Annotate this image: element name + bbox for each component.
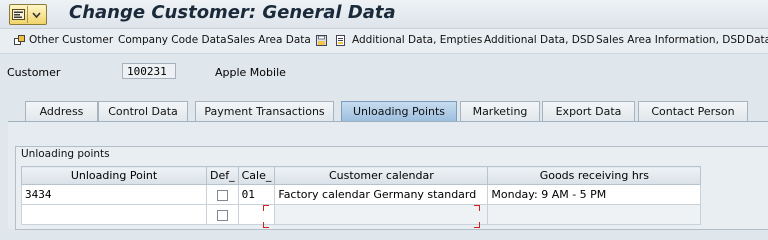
customer-calendar-cell: Factory calendar Germany standard bbox=[274, 184, 489, 205]
save-data-icon[interactable] bbox=[316, 35, 327, 46]
customer-name: Apple Mobile bbox=[215, 66, 286, 79]
title-bar: Change Customer: General Data bbox=[0, 0, 768, 29]
tab-contact-person[interactable]: Contact Person bbox=[638, 101, 748, 121]
other-customer-button[interactable]: Other Customer bbox=[29, 34, 113, 46]
additional-data-dsd-button[interactable]: Additional Data, DSD bbox=[484, 34, 595, 46]
sales-area-info-dsd-button[interactable]: Sales Area Information, DSD bbox=[596, 34, 745, 46]
tab-control-data[interactable]: Control Data bbox=[98, 101, 188, 121]
default-cell bbox=[206, 184, 239, 205]
default-checkbox[interactable] bbox=[216, 209, 228, 221]
tab-payment-transactions[interactable]: Payment Transactions bbox=[195, 101, 334, 121]
table-row bbox=[21, 204, 702, 225]
customer-calendar-cell bbox=[274, 204, 489, 225]
focus-marker bbox=[474, 222, 480, 228]
goods-receiving-hrs-cell[interactable] bbox=[487, 204, 702, 225]
system-menu[interactable] bbox=[9, 4, 47, 25]
group-title: Unloading points bbox=[21, 148, 110, 160]
focus-marker bbox=[263, 222, 269, 228]
goods-receiving-hrs-cell[interactable]: Monday: 9 AM - 5 PM bbox=[487, 184, 702, 205]
default-cell bbox=[206, 204, 239, 225]
other-object-icon bbox=[14, 35, 25, 45]
unloading-points-table: Unloading Point Def_ Cale_ Customer cale… bbox=[21, 166, 702, 225]
unloading-point-cell[interactable] bbox=[21, 204, 207, 225]
table-header-row: Unloading Point Def_ Cale_ Customer cale… bbox=[21, 166, 702, 185]
column-header-unloading-point[interactable]: Unloading Point bbox=[21, 166, 207, 185]
chevron-down-icon[interactable] bbox=[27, 6, 45, 23]
column-header-calendar[interactable]: Cale_ bbox=[237, 166, 276, 185]
focus-marker bbox=[263, 205, 269, 211]
column-header-goods-receiving-hrs[interactable]: Goods receiving hrs bbox=[487, 166, 702, 185]
unloading-point-cell[interactable]: 3434 bbox=[21, 184, 207, 205]
additional-data-empties-button[interactable]: Additional Data, Empties bbox=[352, 34, 482, 46]
page-title: Change Customer: General Data bbox=[69, 2, 396, 23]
toolbar-overflow-item[interactable]: Data bbox=[746, 34, 768, 46]
calendar-id-cell[interactable] bbox=[237, 204, 276, 225]
customer-label: Customer bbox=[7, 66, 61, 79]
customer-number-field[interactable]: 100231 bbox=[122, 63, 176, 79]
tab-address[interactable]: Address bbox=[25, 101, 98, 121]
calendar-id-cell[interactable]: 01 bbox=[237, 184, 276, 205]
focus-marker bbox=[474, 205, 480, 211]
column-header-customer-calendar[interactable]: Customer calendar bbox=[274, 166, 489, 185]
sales-area-data-button[interactable]: Sales Area Data bbox=[227, 34, 311, 46]
application-toolbar: Other Customer Company Code Data Sales A… bbox=[0, 29, 768, 54]
tab-unloading-points[interactable]: Unloading Points bbox=[341, 101, 457, 121]
menu-icon[interactable] bbox=[10, 6, 27, 23]
table-row: 3434 01 Factory calendar Germany standar… bbox=[21, 184, 702, 205]
document-icon[interactable] bbox=[335, 35, 346, 46]
tab-marketing[interactable]: Marketing bbox=[460, 101, 540, 121]
tab-export-data[interactable]: Export Data bbox=[542, 101, 635, 121]
default-checkbox[interactable] bbox=[216, 189, 228, 201]
column-header-default[interactable]: Def_ bbox=[206, 166, 239, 185]
company-code-data-button[interactable]: Company Code Data bbox=[118, 34, 227, 46]
